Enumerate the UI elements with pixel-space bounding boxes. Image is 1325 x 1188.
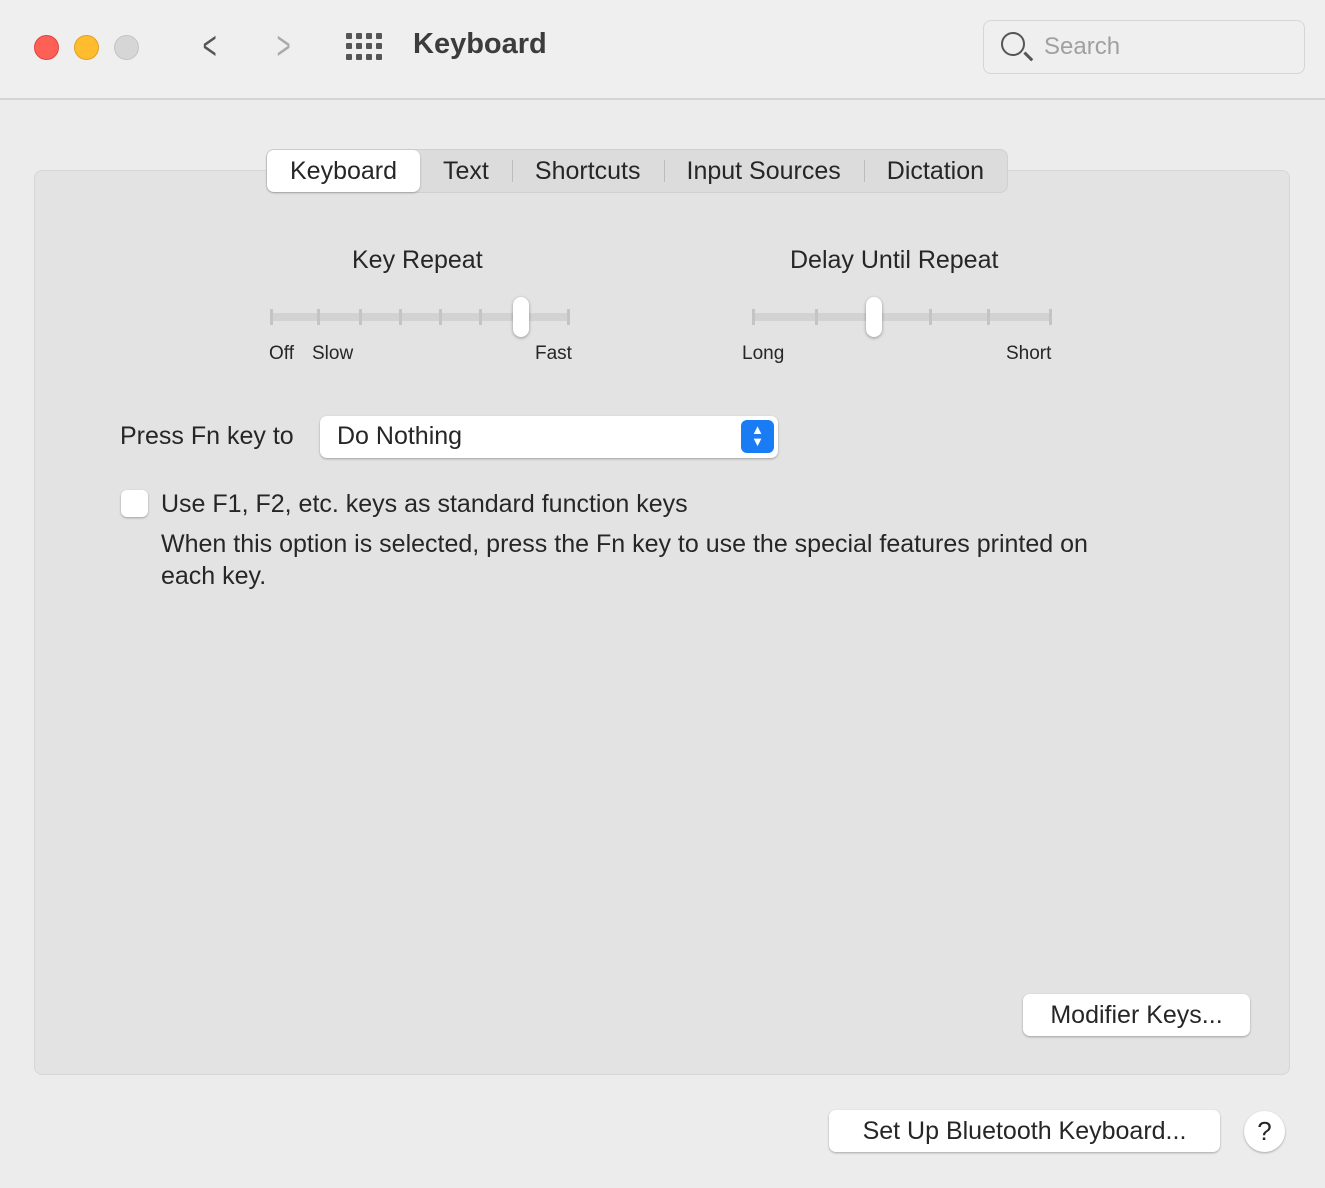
key-repeat-fast-label: Fast bbox=[535, 343, 572, 364]
title-bar: < > Keyboard bbox=[0, 0, 1325, 100]
slider-track[interactable] bbox=[752, 313, 1052, 321]
slider-tick bbox=[399, 309, 402, 325]
key-repeat-slow-label: Slow bbox=[312, 343, 354, 364]
slider-tick bbox=[1049, 309, 1052, 325]
window-title: Keyboard bbox=[413, 28, 547, 60]
settings-panel bbox=[34, 170, 1290, 1075]
function-keys-checkbox[interactable] bbox=[121, 490, 148, 517]
back-chevron-icon[interactable]: < bbox=[203, 26, 217, 66]
tab-dictation[interactable]: Dictation bbox=[863, 150, 1007, 192]
slider-tick bbox=[439, 309, 442, 325]
slider-thumb[interactable] bbox=[866, 297, 882, 337]
function-keys-label: Use F1, F2, etc. keys as standard functi… bbox=[161, 490, 688, 518]
minimize-button[interactable] bbox=[74, 35, 99, 60]
function-keys-description: When this option is selected, press the … bbox=[161, 530, 1088, 558]
search-input[interactable] bbox=[1044, 33, 1284, 61]
delay-until-repeat-title: Delay Until Repeat bbox=[790, 246, 999, 274]
tab-shortcuts[interactable]: Shortcuts bbox=[511, 150, 664, 192]
tab-bar: Keyboard Text Shortcuts Input Sources Di… bbox=[266, 149, 1009, 193]
slider-tick bbox=[359, 309, 362, 325]
fn-key-select[interactable]: Do Nothing ▲ ▼ bbox=[320, 416, 778, 458]
slider-tick bbox=[929, 309, 932, 325]
close-button[interactable] bbox=[34, 35, 59, 60]
slider-thumb[interactable] bbox=[513, 297, 529, 337]
function-keys-description-2: each key. bbox=[161, 562, 267, 590]
slider-tick bbox=[752, 309, 755, 325]
forward-chevron-icon[interactable]: > bbox=[277, 26, 291, 66]
search-icon bbox=[1001, 32, 1025, 56]
tab-text[interactable]: Text bbox=[420, 150, 512, 192]
key-repeat-off-label: Off bbox=[269, 343, 294, 364]
modifier-keys-button[interactable]: Modifier Keys... bbox=[1023, 994, 1250, 1036]
slider-tick bbox=[270, 309, 273, 325]
bluetooth-keyboard-button[interactable]: Set Up Bluetooth Keyboard... bbox=[829, 1110, 1220, 1152]
tab-input-sources[interactable]: Input Sources bbox=[663, 150, 864, 192]
zoom-button[interactable] bbox=[114, 35, 139, 60]
slider-tick bbox=[815, 309, 818, 325]
delay-short-label: Short bbox=[1006, 343, 1052, 364]
fn-key-value: Do Nothing bbox=[337, 422, 463, 450]
delay-long-label: Long bbox=[742, 343, 785, 364]
search-field[interactable] bbox=[983, 20, 1305, 74]
slider-tick bbox=[479, 309, 482, 325]
slider-tick bbox=[567, 309, 570, 325]
up-down-chevron-icon: ▲ ▼ bbox=[741, 420, 774, 453]
help-button[interactable]: ? bbox=[1244, 1111, 1285, 1152]
slider-tick bbox=[987, 309, 990, 325]
slider-tick bbox=[317, 309, 320, 325]
key-repeat-title: Key Repeat bbox=[352, 246, 483, 274]
show-all-grid-icon[interactable] bbox=[346, 33, 384, 60]
fn-key-label: Press Fn key to bbox=[120, 422, 294, 450]
tab-keyboard[interactable]: Keyboard bbox=[267, 150, 421, 192]
